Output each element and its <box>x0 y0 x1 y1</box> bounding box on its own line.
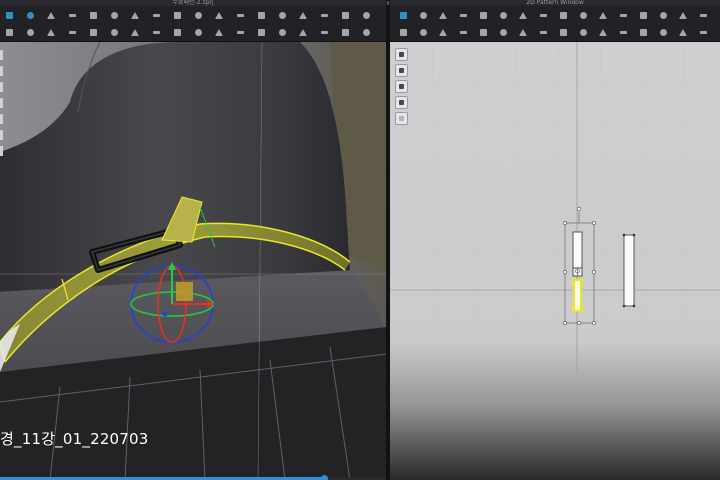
2d-pattern-canvas[interactable] <box>390 42 720 480</box>
arrangement-icon[interactable] <box>4 27 15 38</box>
binding-icon[interactable] <box>618 27 629 38</box>
fold-arrangement-icon[interactable] <box>618 10 629 21</box>
toolbar-2d-row-2 <box>390 24 720 42</box>
camera-icon[interactable] <box>340 27 351 38</box>
left-tool-3[interactable] <box>0 82 3 92</box>
trace-icon[interactable] <box>638 10 649 21</box>
edit-point-icon[interactable] <box>418 10 429 21</box>
rectangle-icon[interactable] <box>498 10 509 21</box>
pants-icon[interactable] <box>298 10 309 21</box>
pleat-icon[interactable] <box>578 27 589 38</box>
fold-icon[interactable] <box>46 10 57 21</box>
left-tool-7[interactable] <box>0 146 3 156</box>
texture-icon[interactable] <box>256 27 267 38</box>
redo-icon[interactable] <box>172 10 183 21</box>
dart-icon[interactable] <box>558 10 569 21</box>
strap-icon[interactable] <box>638 27 649 38</box>
settings-icon[interactable] <box>361 10 372 21</box>
flatten-icon[interactable] <box>67 10 78 21</box>
disabled-tool-icon[interactable] <box>395 112 408 125</box>
buttonhole-icon[interactable] <box>130 27 141 38</box>
piping-icon[interactable] <box>214 27 225 38</box>
left-tool-2[interactable] <box>0 66 3 76</box>
video-progress-knob[interactable] <box>321 475 328 480</box>
hanger-icon[interactable] <box>319 10 330 21</box>
3d-left-toolstrip <box>0 50 4 162</box>
2d-side-toolbar <box>395 48 409 128</box>
puckering-2d-icon[interactable] <box>658 27 669 38</box>
toolbar-3d-row-2 <box>0 24 386 42</box>
gather-icon[interactable] <box>478 27 489 38</box>
add-point-icon[interactable] <box>458 10 469 21</box>
select-mesh-icon[interactable] <box>4 10 15 21</box>
elastic-icon[interactable] <box>498 27 509 38</box>
topstitch-icon[interactable] <box>193 27 204 38</box>
tuck-icon[interactable] <box>458 27 469 38</box>
notch-icon[interactable] <box>678 10 689 21</box>
select-mesh-2d-icon[interactable] <box>395 64 408 77</box>
splitter-grip[interactable] <box>387 1 389 5</box>
puckering-icon[interactable] <box>172 27 183 38</box>
pin-icon[interactable] <box>193 10 204 21</box>
avatar-icon[interactable] <box>277 27 288 38</box>
edit-icon[interactable] <box>67 27 78 38</box>
toolbar-3d <box>0 6 386 42</box>
light-icon[interactable] <box>319 27 330 38</box>
m-n-sewing-icon[interactable] <box>438 27 449 38</box>
3d-scene[interactable] <box>0 42 386 480</box>
left-tool-6[interactable] <box>0 130 3 140</box>
rotate-right-icon[interactable] <box>130 10 141 21</box>
left-tool-1[interactable] <box>0 50 3 60</box>
fabric-icon[interactable] <box>235 10 246 21</box>
pattern-piece-strap[interactable] <box>571 231 584 313</box>
pattern-piece-loop[interactable] <box>622 233 636 308</box>
graphic-2d-icon[interactable] <box>558 27 569 38</box>
undo-icon[interactable] <box>151 10 162 21</box>
toolbar-2d <box>390 6 720 42</box>
measure-icon[interactable] <box>340 10 351 21</box>
transform-pattern-icon[interactable] <box>398 10 409 21</box>
pose-icon[interactable] <box>298 27 309 38</box>
edit-sewing-icon[interactable] <box>398 27 409 38</box>
more-icon[interactable] <box>698 27 709 38</box>
edit-curvature-icon[interactable] <box>438 10 449 21</box>
transform-icon[interactable] <box>25 10 36 21</box>
video-caption: 경_11강_01_220703 <box>0 430 149 448</box>
2d-pattern-window[interactable] <box>390 42 720 480</box>
tack-icon[interactable] <box>214 10 225 21</box>
grainline-icon[interactable] <box>538 27 549 38</box>
left-tool-5[interactable] <box>0 114 3 124</box>
grid-icon[interactable] <box>698 10 709 21</box>
internal-polygon-icon[interactable] <box>538 10 549 21</box>
polygon-icon[interactable] <box>478 10 489 21</box>
render-icon[interactable] <box>361 27 372 38</box>
left-tool-4[interactable] <box>0 98 3 108</box>
circle-icon[interactable] <box>518 10 529 21</box>
trim-icon[interactable] <box>151 27 162 38</box>
graphic-icon[interactable] <box>235 27 246 38</box>
rotate-left-icon[interactable] <box>109 10 120 21</box>
shirt-alt-icon[interactable] <box>277 10 288 21</box>
zipper-2d-icon[interactable] <box>598 27 609 38</box>
toolbar-2d-row-1 <box>390 7 720 25</box>
color-picker-icon[interactable] <box>395 80 408 93</box>
button-icon[interactable] <box>109 27 120 38</box>
free-sewing-icon[interactable] <box>598 10 609 21</box>
point-icon[interactable] <box>25 27 36 38</box>
3d-garment-window[interactable]: 경_11강_01_220703 <box>0 42 386 480</box>
symmetry-icon[interactable] <box>658 10 669 21</box>
segment-sewing-icon[interactable] <box>578 10 589 21</box>
line-icon[interactable] <box>46 27 57 38</box>
rectangle-select-icon[interactable] <box>395 96 408 109</box>
garment-icon[interactable] <box>88 10 99 21</box>
check-sewing-icon[interactable] <box>418 27 429 38</box>
toolbar-3d-row-1 <box>0 7 386 25</box>
edit-pattern-icon[interactable] <box>395 48 408 61</box>
shirt-icon[interactable] <box>256 10 267 21</box>
seam-allowance-icon[interactable] <box>518 27 529 38</box>
annotation-icon[interactable] <box>678 27 689 38</box>
zip-icon[interactable] <box>88 27 99 38</box>
